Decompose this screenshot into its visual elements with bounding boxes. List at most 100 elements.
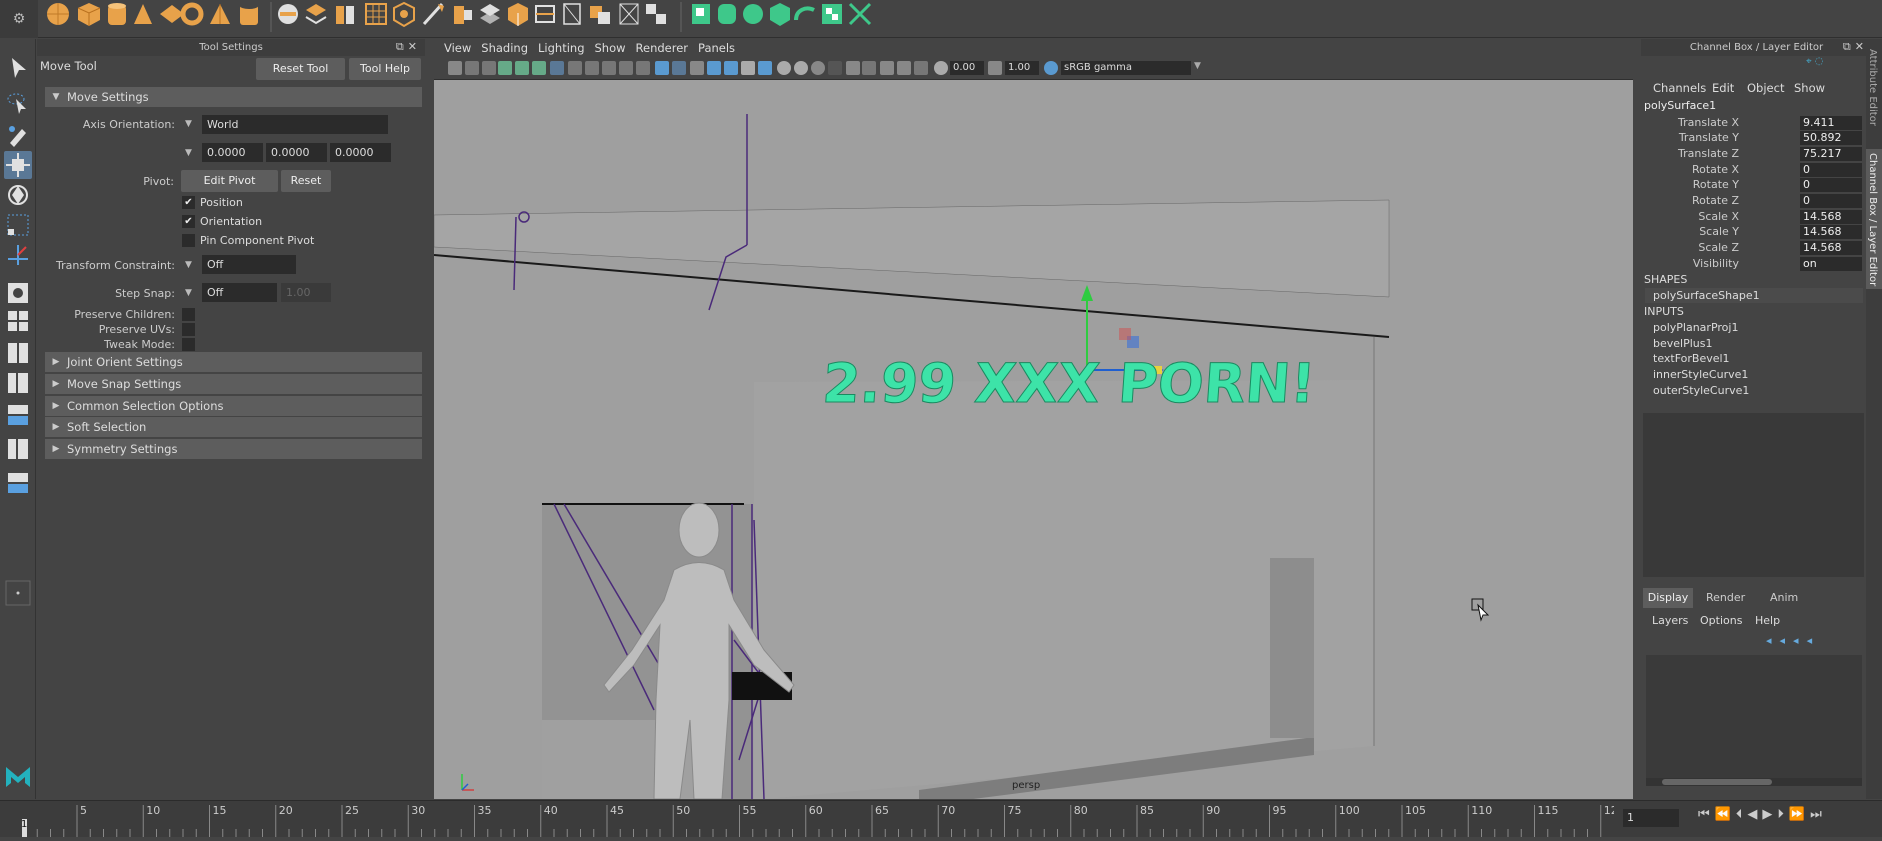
panel-float-close-icons[interactable]: ⧉✕ (1843, 40, 1868, 54)
combine-icon[interactable] (278, 4, 298, 24)
gamma-field[interactable]: 1.00 (1005, 61, 1039, 75)
attr-value-scale-z[interactable]: 14.568 (1800, 241, 1862, 255)
use-default-material-icon[interactable] (690, 61, 704, 75)
tab-render[interactable]: Render (1706, 588, 1745, 608)
four-pane-layout-icon[interactable] (4, 307, 32, 335)
poly-sphere-icon[interactable] (47, 3, 69, 25)
fill-hole-icon[interactable] (535, 5, 555, 23)
go-to-start-icon[interactable]: ⏮ (1698, 807, 1715, 822)
extract-icon[interactable] (336, 6, 354, 24)
tab-anim[interactable]: Anim (1770, 588, 1798, 608)
insert-edge-loop-icon[interactable] (619, 3, 639, 25)
xray-icon[interactable] (862, 61, 876, 75)
uv-unfold-icon[interactable] (794, 6, 815, 21)
current-frame-field[interactable]: 1 (1623, 809, 1679, 827)
play-backwards-icon[interactable]: ◀ (1747, 807, 1762, 822)
shadows-icon[interactable] (758, 61, 772, 75)
isolate-select-icon[interactable] (846, 61, 860, 75)
play-forwards-icon[interactable]: ▶ (1762, 807, 1777, 822)
2d-pan-zoom-icon[interactable] (515, 61, 529, 75)
preserve-uvs-checkbox[interactable] (182, 323, 195, 336)
menu-renderer[interactable]: Renderer (636, 41, 689, 55)
field-chart-icon[interactable] (619, 61, 633, 75)
menu-view[interactable]: View (444, 41, 471, 55)
poly-torus-icon[interactable] (180, 2, 204, 26)
xray-joints-icon[interactable] (897, 61, 911, 75)
step-forward-key-icon[interactable]: ⏩ (1789, 807, 1810, 822)
bridge-icon[interactable] (480, 4, 500, 24)
chevron-down-icon[interactable]: ▼ (1194, 61, 1201, 71)
menu-edit[interactable]: Edit (1712, 81, 1734, 95)
reset-pivot-button[interactable]: Reset (281, 170, 331, 192)
depth-of-field-icon[interactable] (828, 61, 842, 75)
boolean-icon[interactable] (393, 1, 415, 28)
poly-cube-icon[interactable] (77, 3, 101, 26)
scene-canvas[interactable]: 2.99 XXX PORN! persp (434, 80, 1633, 799)
step-back-key-icon[interactable]: ⏪ (1715, 807, 1736, 822)
camera-select-icon[interactable] (448, 61, 462, 75)
wireframe-on-shaded-icon[interactable] (707, 61, 721, 75)
target-weld-icon[interactable] (590, 6, 610, 24)
color-space-select[interactable]: sRGB gamma (1061, 61, 1191, 75)
attr-value-scale-y[interactable]: 14.568 (1800, 225, 1862, 239)
tweak-mode-checkbox[interactable] (182, 338, 195, 351)
exposure-field[interactable]: 0.00 (950, 61, 984, 75)
poly-pipe-icon[interactable] (240, 3, 258, 25)
wireframe-icon[interactable] (655, 61, 669, 75)
toolbox-more-icon[interactable] (4, 579, 32, 607)
menu-object[interactable]: Object (1747, 81, 1784, 95)
input-node-item[interactable]: outerStyleCurve1 (1653, 384, 1749, 397)
dropdown-arrow-icon[interactable]: ▼ (185, 119, 192, 129)
axis-z-field[interactable]: 0.0000 (330, 143, 391, 162)
offset-edge-loop-icon[interactable] (646, 4, 666, 24)
preserve-children-checkbox[interactable] (182, 308, 195, 321)
multisample-aa-icon[interactable] (811, 61, 825, 75)
auto-map-icon[interactable] (770, 3, 790, 26)
symmetry-settings-section[interactable]: ▶ Symmetry Settings (45, 439, 422, 459)
common-selection-options-section[interactable]: ▶ Common Selection Options (45, 396, 422, 416)
attr-value-translate-x[interactable]: 9.411 (1800, 116, 1862, 130)
last-tool-icon[interactable] (4, 241, 32, 269)
input-node-item[interactable]: bevelPlus1 (1653, 337, 1712, 350)
axis-y-field[interactable]: 0.0000 (266, 143, 327, 162)
attr-value-translate-y[interactable]: 50.892 (1800, 131, 1862, 145)
two-pane-layout-icon[interactable] (4, 339, 32, 367)
orientation-checkbox[interactable]: ✔ (182, 215, 195, 228)
time-ruler[interactable]: 5 10 15 20 25 30 35 40 45 50 55 60 65 70 75 80 85 90 95 100… (18, 801, 1625, 838)
poly-pyramid-icon[interactable] (210, 4, 230, 24)
move-settings-section[interactable]: ▼ Move Settings (45, 87, 422, 107)
axis-x-field[interactable]: 0.0000 (202, 143, 263, 162)
separate-icon[interactable] (305, 4, 327, 25)
attr-value-translate-z[interactable]: 75.217 (1800, 147, 1862, 161)
object-name[interactable]: polySurface1 (1644, 99, 1716, 112)
dropdown-arrow-icon[interactable]: ▼ (185, 288, 192, 298)
camera-attributes-icon[interactable] (465, 61, 479, 75)
grid-icon[interactable] (550, 61, 564, 75)
use-all-lights-icon[interactable] (741, 61, 755, 75)
attribute-editor-tab[interactable]: Attribute Editor (1867, 49, 1878, 126)
poly-cone-icon[interactable] (134, 4, 152, 24)
attr-value-rotate-z[interactable]: 0 (1800, 194, 1862, 208)
grease-pencil-icon[interactable] (532, 61, 546, 75)
step-snap-select[interactable]: Off (202, 283, 277, 302)
smooth-icon[interactable] (365, 3, 387, 25)
input-node-item[interactable]: polyPlanarProj1 (1653, 321, 1738, 334)
layer-action-icons[interactable]: ◂◂◂◂ (1766, 634, 1862, 648)
resolution-gate-icon[interactable] (585, 61, 599, 75)
menu-lighting[interactable]: Lighting (538, 41, 584, 55)
menu-channels[interactable]: Channels (1653, 81, 1706, 95)
extrude-icon[interactable] (454, 6, 472, 24)
move-snap-settings-section[interactable]: ▶ Move Snap Settings (45, 374, 422, 394)
reset-tool-button[interactable]: Reset Tool (256, 58, 345, 80)
attr-value-scale-x[interactable]: 14.568 (1800, 210, 1862, 224)
backface-culling-icon[interactable] (914, 61, 928, 75)
menu-show[interactable]: Show (595, 41, 626, 55)
playback-controls[interactable]: ⏮⏪⏴◀▶⏵⏩⏭ (1698, 807, 1827, 822)
bookmark-icon[interactable] (482, 61, 496, 75)
planar-map-icon[interactable] (692, 4, 710, 24)
scale-tool-icon[interactable] (4, 211, 32, 239)
dropdown-arrow-icon[interactable]: ▼ (185, 260, 192, 270)
layer-menu-layers[interactable]: Layers (1652, 614, 1688, 627)
viewport-panel[interactable]: View Shading Lighting Show Renderer Pane… (434, 39, 1633, 799)
menu-panels[interactable]: Panels (698, 41, 735, 55)
